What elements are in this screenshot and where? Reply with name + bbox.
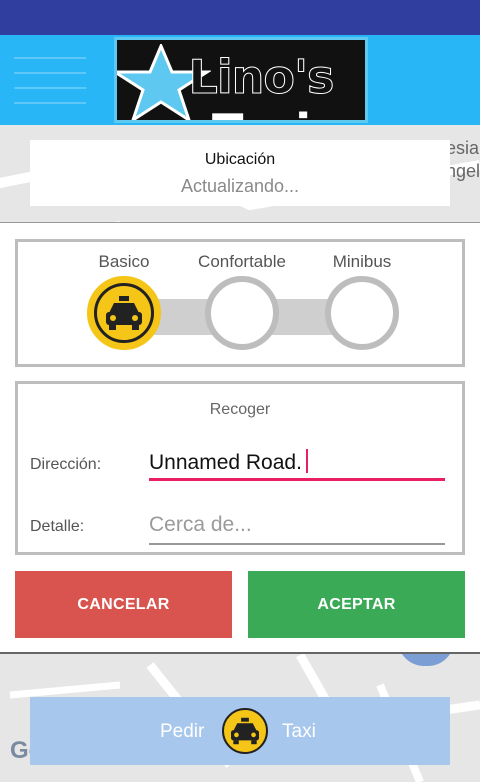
category-radio[interactable]: [325, 276, 399, 350]
address-field[interactable]: Unnamed Road.: [149, 441, 445, 481]
map-place-label: esia ngel: [446, 138, 480, 181]
taxi-icon: [106, 296, 142, 330]
address-label: Dirección:: [30, 456, 102, 473]
request-sheet: Basico Confortable Minibus Recoger Direc…: [0, 222, 480, 654]
cancel-button[interactable]: CANCELAR: [15, 571, 232, 638]
status-bar: [0, 0, 480, 35]
address-value: Unnamed Road.: [149, 451, 302, 474]
category-radio-selected[interactable]: [87, 276, 161, 350]
detail-label: Detalle:: [30, 518, 85, 535]
category-selector: Basico Confortable Minibus: [15, 239, 465, 367]
category-confortable[interactable]: Confortable: [197, 252, 287, 350]
category-minibus[interactable]: Minibus: [317, 252, 407, 350]
logo-text-part2: Taxi: [212, 104, 311, 120]
logo-text: Lino's Taxi: [151, 50, 365, 121]
app-toolbar: Lino's Taxi: [0, 35, 480, 125]
location-value: Actualizando...: [180, 176, 300, 196]
app-logo: Lino's Taxi: [114, 37, 368, 123]
text-caret: [305, 449, 308, 473]
location-card: Ubicación Actualizando...: [30, 140, 450, 206]
order-right-text: Taxi: [282, 721, 316, 742]
order-left-text: Pedir: [160, 721, 205, 742]
category-label: Confortable: [198, 252, 286, 271]
hamburger-menu-icon[interactable]: [14, 57, 86, 111]
location-title: Ubicación: [204, 151, 276, 168]
order-taxi-button[interactable]: Pedir Taxi: [30, 697, 450, 765]
pickup-title: Recoger: [209, 401, 271, 418]
category-label: Minibus: [332, 252, 392, 271]
category-basico[interactable]: Basico: [79, 252, 169, 350]
pickup-form: Recoger Dirección: Unnamed Road. Detalle…: [15, 381, 465, 555]
accept-button[interactable]: ACEPTAR: [248, 571, 465, 638]
logo-text-part1: Lino's: [188, 50, 335, 105]
category-radio[interactable]: [205, 276, 279, 350]
detail-placeholder: Cerca de...: [149, 513, 252, 536]
category-label: Basico: [98, 252, 150, 271]
detail-field[interactable]: Cerca de...: [149, 505, 445, 545]
taxi-icon: [222, 708, 268, 754]
